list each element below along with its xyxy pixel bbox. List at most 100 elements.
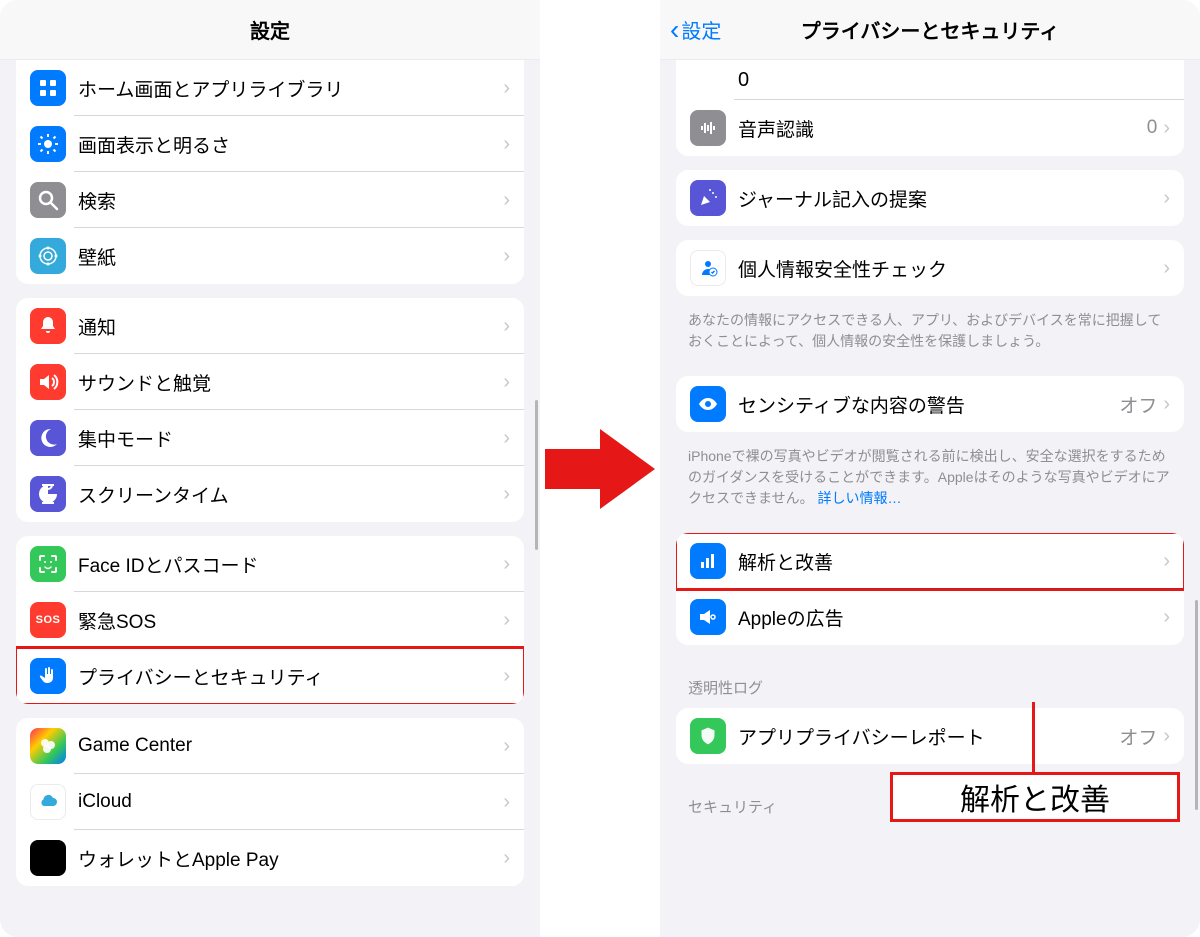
row-label: 個人情報安全性チェック [738,255,1163,282]
arrow-right-icon [545,424,655,514]
settings-row[interactable]: サウンドと触覚› [16,354,524,410]
chevron-right-icon: › [503,665,510,688]
settings-row[interactable]: 集中モード› [16,410,524,466]
scrollbar[interactable] [1195,600,1198,810]
row-label: スクリーンタイム [78,481,503,508]
row-label: ウォレットとApple Pay [78,845,503,872]
settings-group: アプリプライバシーレポートオフ › [676,708,1184,764]
navbar-privacy: ‹ 設定 プライバシーとセキュリティ [660,0,1200,60]
nav-title: プライバシーとセキュリティ [801,15,1059,44]
chevron-right-icon: › [503,847,510,870]
row-label: サウンドと触覚 [78,369,503,396]
chevron-right-icon: › [1163,117,1170,140]
settings-group: ジャーナル記入の提案› [676,170,1184,226]
speech-icon [690,110,726,146]
navbar-settings: 設定 [0,0,540,60]
row-apple-ads[interactable]: Appleの広告› [676,589,1184,645]
row-label: 通知 [78,313,503,340]
settings-row[interactable]: スクリーンタイム› [16,466,524,522]
shield-report-icon [690,718,726,754]
row-label: アプリプライバシーレポート [738,723,1119,750]
row-label: センシティブな内容の警告 [738,391,1119,418]
settings-root-panel: 設定 ホーム画面とアプリライブラリ›画面表示と明るさ›検索›壁紙›通知›サウンド… [0,0,540,937]
eye-icon [690,386,726,422]
row-value: 0 [738,69,1170,92]
privacy-security-panel: ‹ 設定 プライバシーとセキュリティ 0音声認識0›ジャーナル記入の提案›個人情… [660,0,1200,937]
settings-group: 通知›サウンドと触覚›集中モード›スクリーンタイム› [16,298,524,522]
section-footer: あなたの情報にアクセスできる人、アプリ、およびデバイスを常に把握しておくことによ… [660,310,1200,362]
settings-row[interactable]: 壁紙› [16,228,524,284]
journal-icon [690,180,726,216]
row-label: ホーム画面とアプリライブラリ [78,75,503,102]
analytics-icon [690,543,726,579]
row-value: オフ [1119,391,1157,418]
row-label: Face IDとパスコード [78,551,503,578]
chevron-right-icon: › [503,791,510,814]
more-info-link[interactable]: 詳しい情報… [817,490,901,506]
chevron-right-icon: › [1163,606,1170,629]
chevron-right-icon: › [503,427,510,450]
nav-title: 設定 [250,15,290,44]
settings-row[interactable]: 通知› [16,298,524,354]
settings-row[interactable]: 個人情報安全性チェック› [676,240,1184,296]
row-label: 壁紙 [78,243,503,270]
row-label: 緊急SOS [78,607,503,634]
row-analytics[interactable]: 解析と改善› [676,533,1184,589]
settings-group: センシティブな内容の警告オフ › [676,376,1184,432]
chevron-right-icon: › [503,553,510,576]
settings-row[interactable]: SOS 緊急SOS› [16,592,524,648]
row-label: ジャーナル記入の提案 [738,185,1163,212]
chevron-right-icon: › [503,77,510,100]
row-label: iCloud [78,791,503,813]
settings-group: Face IDとパスコード›SOS緊急SOS›プライバシーとセキュリティ› [16,536,524,704]
safety-check-icon [690,250,726,286]
row-label: 検索 [78,187,503,214]
chevron-right-icon: › [503,133,510,156]
chevron-right-icon: › [1163,393,1170,416]
chevron-right-icon: › [503,315,510,338]
wallpaper-icon [30,238,66,274]
hand-icon [30,658,66,694]
row-label: Appleの広告 [738,604,1163,631]
settings-row[interactable]: アプリプライバシーレポートオフ › [676,708,1184,764]
settings-row[interactable]: Face IDとパスコード› [16,536,524,592]
settings-row[interactable]: Game Center› [16,718,524,774]
chevron-right-icon: › [1163,725,1170,748]
chevron-right-icon: › [503,245,510,268]
chevron-right-icon: › [1163,257,1170,280]
row-partial[interactable]: 0 [676,60,1184,100]
settings-group: ホーム画面とアプリライブラリ›画面表示と明るさ›検索›壁紙› [16,60,524,284]
chevron-right-icon: › [1163,550,1170,573]
icloud-icon [30,784,66,820]
focus-icon [30,420,66,456]
wallet-icon [30,840,66,876]
settings-row[interactable]: プライバシーとセキュリティ› [16,648,524,704]
chevron-right-icon: › [503,483,510,506]
settings-row[interactable]: ウォレットとApple Pay› [16,830,524,886]
chevron-right-icon: › [503,609,510,632]
settings-row[interactable]: 画面表示と明るさ› [16,116,524,172]
row-label: 解析と改善 [738,548,1163,575]
settings-row[interactable]: ホーム画面とアプリライブラリ› [16,60,524,116]
settings-group: 個人情報安全性チェック› [676,240,1184,296]
row-value: オフ [1119,723,1157,750]
brightness-icon [30,126,66,162]
annotation-connector [1032,702,1035,774]
settings-row[interactable]: ジャーナル記入の提案› [676,170,1184,226]
ads-icon [690,599,726,635]
annotation-callout: 解析と改善 [890,772,1180,822]
settings-group: 解析と改善›Appleの広告› [676,533,1184,645]
settings-row[interactable]: センシティブな内容の警告オフ › [676,376,1184,432]
settings-row[interactable]: 検索› [16,172,524,228]
settings-group: Game Center›iCloud›ウォレットとApple Pay› [16,718,524,886]
screentime-icon [30,476,66,512]
back-button[interactable]: ‹ 設定 [670,15,721,44]
chevron-right-icon: › [503,371,510,394]
row-label: Game Center [78,735,503,757]
row-speech-recognition[interactable]: 音声認識0› [676,100,1184,156]
row-label: 集中モード [78,425,503,452]
section-header: 透明性ログ [660,659,1200,704]
scrollbar[interactable] [535,400,538,550]
settings-row[interactable]: iCloud› [16,774,524,830]
sos-icon: SOS [30,602,66,638]
